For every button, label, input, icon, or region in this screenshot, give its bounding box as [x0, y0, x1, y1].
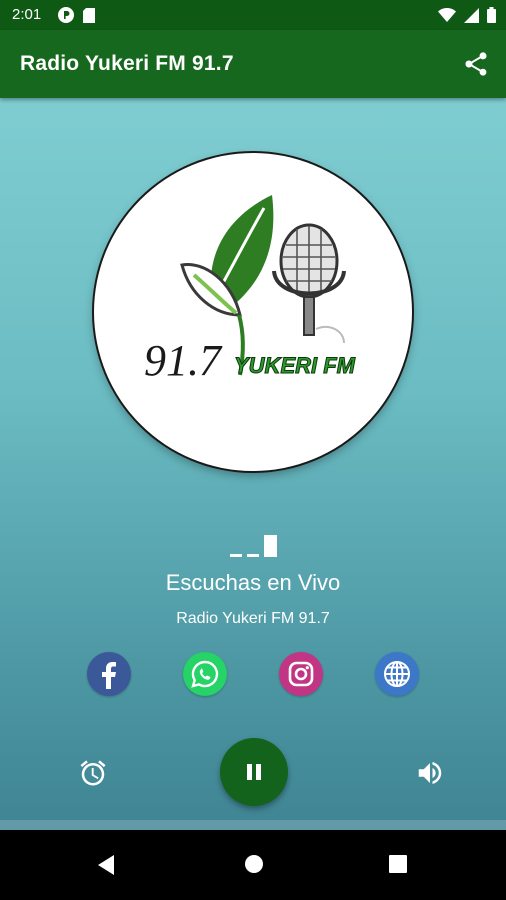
social-links — [0, 652, 506, 698]
status-icons-left — [58, 7, 95, 23]
logo-name: YUKERI FM — [234, 353, 356, 378]
wifi-icon — [438, 8, 456, 22]
logo-microphone-icon — [272, 223, 346, 344]
logo-frequency: 91.7 — [144, 336, 223, 385]
alarm-button[interactable] — [78, 758, 108, 788]
level-bar — [230, 554, 242, 557]
globe-icon — [384, 661, 410, 687]
player-controls — [0, 738, 506, 808]
signal-icon — [464, 7, 479, 23]
station-name: Radio Yukeri FM 91.7 — [176, 610, 330, 627]
player-screen: 91.7 YUKERI FM Escuchas en Vivo Radio Yu… — [0, 98, 506, 830]
whatsapp-icon — [191, 660, 219, 688]
app-title: Radio Yukeri FM 91.7 — [20, 52, 234, 75]
battery-icon — [487, 7, 496, 23]
website-button[interactable] — [375, 652, 419, 696]
home-icon — [245, 855, 263, 873]
app-bar: Radio Yukeri FM 91.7 — [0, 30, 506, 98]
content-bottom-strip — [0, 820, 506, 830]
instagram-button[interactable] — [279, 652, 323, 696]
alarm-icon — [80, 760, 106, 786]
sd-card-icon — [83, 7, 95, 23]
share-button[interactable] — [462, 50, 490, 78]
status-time: 2:01 — [12, 6, 42, 23]
recents-icon — [389, 855, 407, 873]
pause-icon — [247, 764, 261, 780]
p-icon — [58, 7, 74, 23]
audio-level-indicator — [230, 535, 278, 557]
live-listen-title: Escuchas en Vivo — [165, 570, 341, 595]
whatsapp-button[interactable] — [183, 652, 227, 696]
system-navigation-bar — [0, 830, 506, 900]
level-bar — [264, 535, 277, 557]
facebook-icon — [102, 662, 116, 689]
recents-button[interactable] — [389, 855, 407, 878]
level-bar — [247, 554, 259, 557]
back-button[interactable] — [96, 854, 116, 881]
facebook-button[interactable] — [87, 652, 131, 696]
station-logo: 91.7 YUKERI FM — [94, 153, 412, 471]
logo-artwork: 91.7 YUKERI FM — [144, 195, 356, 385]
volume-icon — [418, 762, 442, 784]
instagram-icon — [288, 661, 314, 687]
status-icons-right — [438, 7, 496, 23]
volume-button[interactable] — [415, 758, 445, 788]
back-icon — [98, 855, 114, 875]
pause-button[interactable] — [220, 738, 288, 806]
status-bar: 2:01 — [0, 0, 506, 30]
share-icon — [465, 52, 487, 76]
home-button[interactable] — [244, 854, 264, 879]
